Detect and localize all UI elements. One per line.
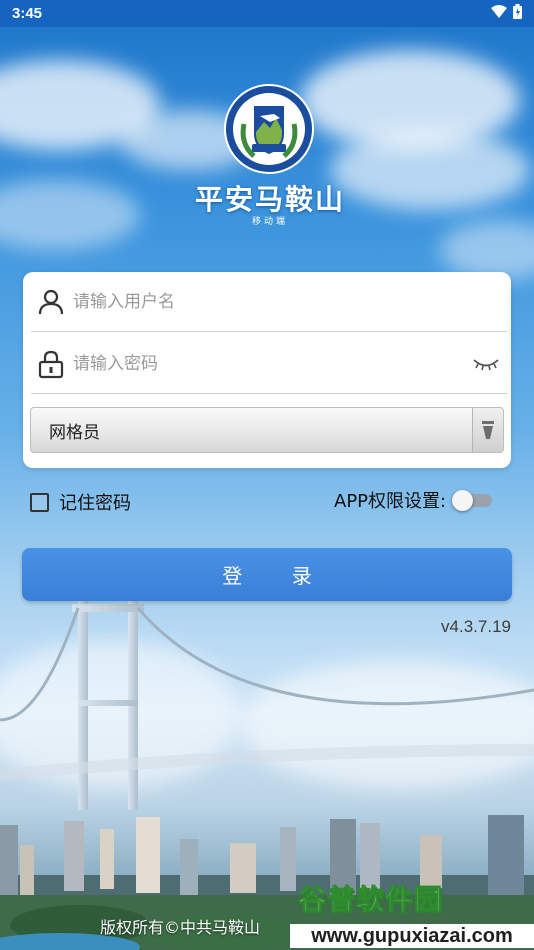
status-time: 3:45	[12, 5, 43, 22]
remember-password-label: 记住密码	[59, 493, 131, 514]
watermark: 谷普软件园 www.gupuxiazai.com	[290, 878, 534, 950]
password-input[interactable]	[73, 343, 469, 384]
username-row	[31, 272, 507, 332]
role-select[interactable]: 网格员	[30, 407, 504, 453]
password-row	[31, 334, 507, 394]
user-icon	[31, 282, 71, 322]
remember-password-checkbox[interactable]	[30, 492, 49, 512]
login-button[interactable]: 登 录	[22, 548, 512, 601]
app-permission-toggle[interactable]	[452, 488, 493, 512]
username-input[interactable]	[73, 281, 507, 322]
battery-icon	[513, 4, 522, 23]
login-card: 网格员	[23, 272, 511, 468]
app-title: 平安马鞍山	[194, 183, 345, 216]
app-subtitle: 移动端	[251, 217, 288, 227]
app-permission-label: APP权限设置:	[334, 491, 447, 512]
eye-closed-icon[interactable]	[469, 352, 503, 376]
app-logo	[224, 84, 314, 174]
watermark-title: 谷普软件园	[297, 883, 444, 917]
remember-password-option[interactable]: 记住密码	[30, 489, 131, 515]
lock-icon	[31, 344, 71, 384]
role-select-value: 网格员	[49, 422, 100, 443]
app-permission-setting: APP权限设置:	[334, 487, 493, 513]
dropdown-arrow-icon[interactable]	[472, 408, 503, 452]
status-bar: 3:45	[0, 0, 534, 27]
copyright-text: 版权所有©中共马鞍山	[100, 918, 261, 937]
app-version: v4.3.7.19	[441, 617, 511, 636]
wifi-icon	[491, 4, 507, 23]
watermark-url: www.gupuxiazai.com	[290, 924, 534, 948]
